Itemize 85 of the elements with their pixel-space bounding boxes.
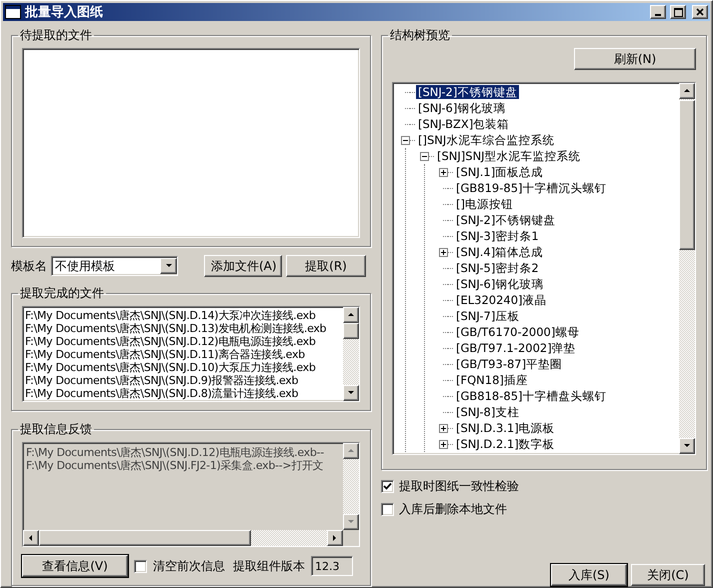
down-arrow-icon [164,262,172,270]
group-title: 提取信息反馈 [19,421,93,438]
tree-item[interactable]: [SNJ-2]不锈钢键盘 [416,85,520,99]
up-arrow-icon [347,311,355,319]
tree-item[interactable]: []电源按钮 [454,197,515,211]
window-icon [5,5,21,19]
save-to-library-button[interactable]: 入库(S) [551,564,627,586]
vertical-scrollbar[interactable] [343,443,359,530]
expand-icon[interactable] [439,168,448,176]
window-title: 批量导入图纸 [25,4,104,21]
scrollbar-corner [343,530,359,546]
right-arrow-icon [331,534,339,542]
template-dropdown[interactable]: 不使用模板 [51,256,178,276]
tree-item[interactable]: [EL320240]液晶 [454,293,549,307]
tree-item[interactable]: [GB819-85]十字槽沉头螺钉 [454,181,609,195]
left-arrow-icon [27,534,35,542]
checkbox[interactable] [381,503,394,516]
version-field[interactable]: 12.3 [311,556,353,576]
tree-item[interactable]: [SNJ]SNJ型水泥车监控系统 [435,149,583,163]
scroll-thumb[interactable] [343,323,359,339]
tree-item[interactable]: [GB/T97.1-2002]弹垫 [454,341,578,355]
file-list[interactable] [22,306,360,402]
tree-item[interactable]: [SNJ-6]钢化玻璃 [416,101,508,115]
close-button[interactable] [692,5,708,19]
maximize-icon [674,8,682,16]
file-path[interactable]: F:\My Documents\唐杰\SNJ\(SNJ.D.10)大泵压力连接线.exb [25,361,341,374]
collapse-icon[interactable] [420,152,429,160]
tree-item[interactable]: [SNJ-BZX]包装箱 [416,117,512,131]
down-arrow-icon [683,442,691,450]
file-path[interactable]: F:\My Documents\唐杰\SNJ\(SNJ.D.13)发电机检测连接线.exb [25,322,341,335]
expand-icon[interactable] [439,424,448,432]
extract-button[interactable]: 提取(R) [286,255,366,277]
minimize-button[interactable] [650,5,666,19]
checkbox-label[interactable]: 清空前次信息 [153,558,225,574]
feedback-text-area[interactable]: F:\My Documents\唐杰\SNJ\(SNJ.D.12)电瓶电源连接线.exb-- F:\My Documents\唐杰\SNJ\(SNJ.FJ2-1)采集盒.exb-->打开文 [22,442,360,547]
tree-item[interactable]: [FQN18]插座 [454,373,530,387]
tree-item[interactable]: [SNJ.D.2.1]数字板 [454,437,557,451]
feedback-line: F:\My Documents\唐杰\SNJ\(SNJ.D.12)电瓶电源连接线.exb-- [26,446,325,459]
scroll-thumb[interactable] [679,100,695,250]
file-path[interactable]: F:\My Documents\唐杰\SNJ\(SNJ.D.11)离合器连接线.exb [25,348,341,361]
up-arrow-icon [347,447,355,455]
tree-item[interactable]: [GB/T93-87]平垫圈 [454,357,564,371]
tree-item[interactable]: [SNJ-8]支柱 [454,405,522,419]
expand-icon[interactable] [439,248,448,256]
checkbox[interactable] [381,480,394,493]
tree-item[interactable]: []SNJ水泥车综合监控系统 [416,133,556,147]
view-info-button[interactable]: 查看信息(V) [22,555,128,577]
checkbox-label[interactable]: 提取时图纸一致性检验 [399,478,519,495]
tree-item[interactable]: [SNJ-2]不锈钢键盘 [454,213,558,227]
refresh-button[interactable]: 刷新(N) [574,48,696,70]
template-label: 模板名 [11,258,47,274]
expand-icon[interactable] [439,440,448,448]
checkbox[interactable] [134,560,147,572]
tree-item[interactable]: [SNJ-5]密封条2 [454,261,541,275]
add-file-button[interactable]: 添加文件(A) [204,255,282,277]
group-title: 结构树预览 [389,27,451,44]
scroll-thumb[interactable] [39,530,251,546]
tree-item[interactable]: [SNJ-6]钢化玻璃 [454,277,546,291]
tree-item[interactable]: [SNJ.1]面板总成 [454,165,546,179]
tree-item[interactable]: [GB/T6170-2000]螺母 [454,325,582,339]
up-arrow-icon [683,87,691,95]
horizontal-scrollbar[interactable] [23,530,359,546]
tree-item[interactable]: [SNJ-7]压板 [454,309,522,323]
down-arrow-icon [347,518,355,526]
file-path[interactable]: F:\My Documents\唐杰\SNJ\(SNJ.D.12)电瓶电源连接线.exb [25,335,341,348]
version-label: 提取组件版本 [233,558,305,574]
file-path[interactable]: F:\My Documents\唐杰\SNJ\(SNJ.D.8)流量计连接线.exb [25,387,341,400]
collapse-icon[interactable] [401,136,410,144]
file-path[interactable]: F:\My Documents\唐杰\SNJ\(SNJ.D.14)大泵冲次连接线.exb [25,309,341,322]
tree-item[interactable]: [SNJ-3]密封条1 [454,229,541,243]
group-title: 提取完成的文件 [19,285,105,302]
down-arrow-icon [347,389,355,397]
structure-tree[interactable] [392,82,696,455]
vertical-scrollbar[interactable] [679,83,695,454]
feedback-line: F:\My Documents\唐杰\SNJ\(SNJ.FJ2-1)采集盒.exb-->打开文 [26,459,324,472]
close-icon [696,8,704,16]
vertical-scrollbar[interactable] [343,307,359,401]
close-dialog-button[interactable]: 关闭(C) [631,564,705,586]
group-title: 待提取的文件 [19,27,93,44]
checkbox-label[interactable]: 入库后删除本地文件 [399,501,507,518]
tree-item[interactable]: [GB818-85]十字槽盘头螺钉 [454,389,609,403]
file-path[interactable]: F:\My Documents\唐杰\SNJ\(SNJ.D.9)报警器连接线.exb [25,374,341,387]
maximize-button[interactable] [670,5,686,19]
tree-item[interactable]: [SNJ.4]箱体总成 [454,245,546,259]
tree-item[interactable]: [SNJ.D.3.1]电源板 [454,421,557,435]
